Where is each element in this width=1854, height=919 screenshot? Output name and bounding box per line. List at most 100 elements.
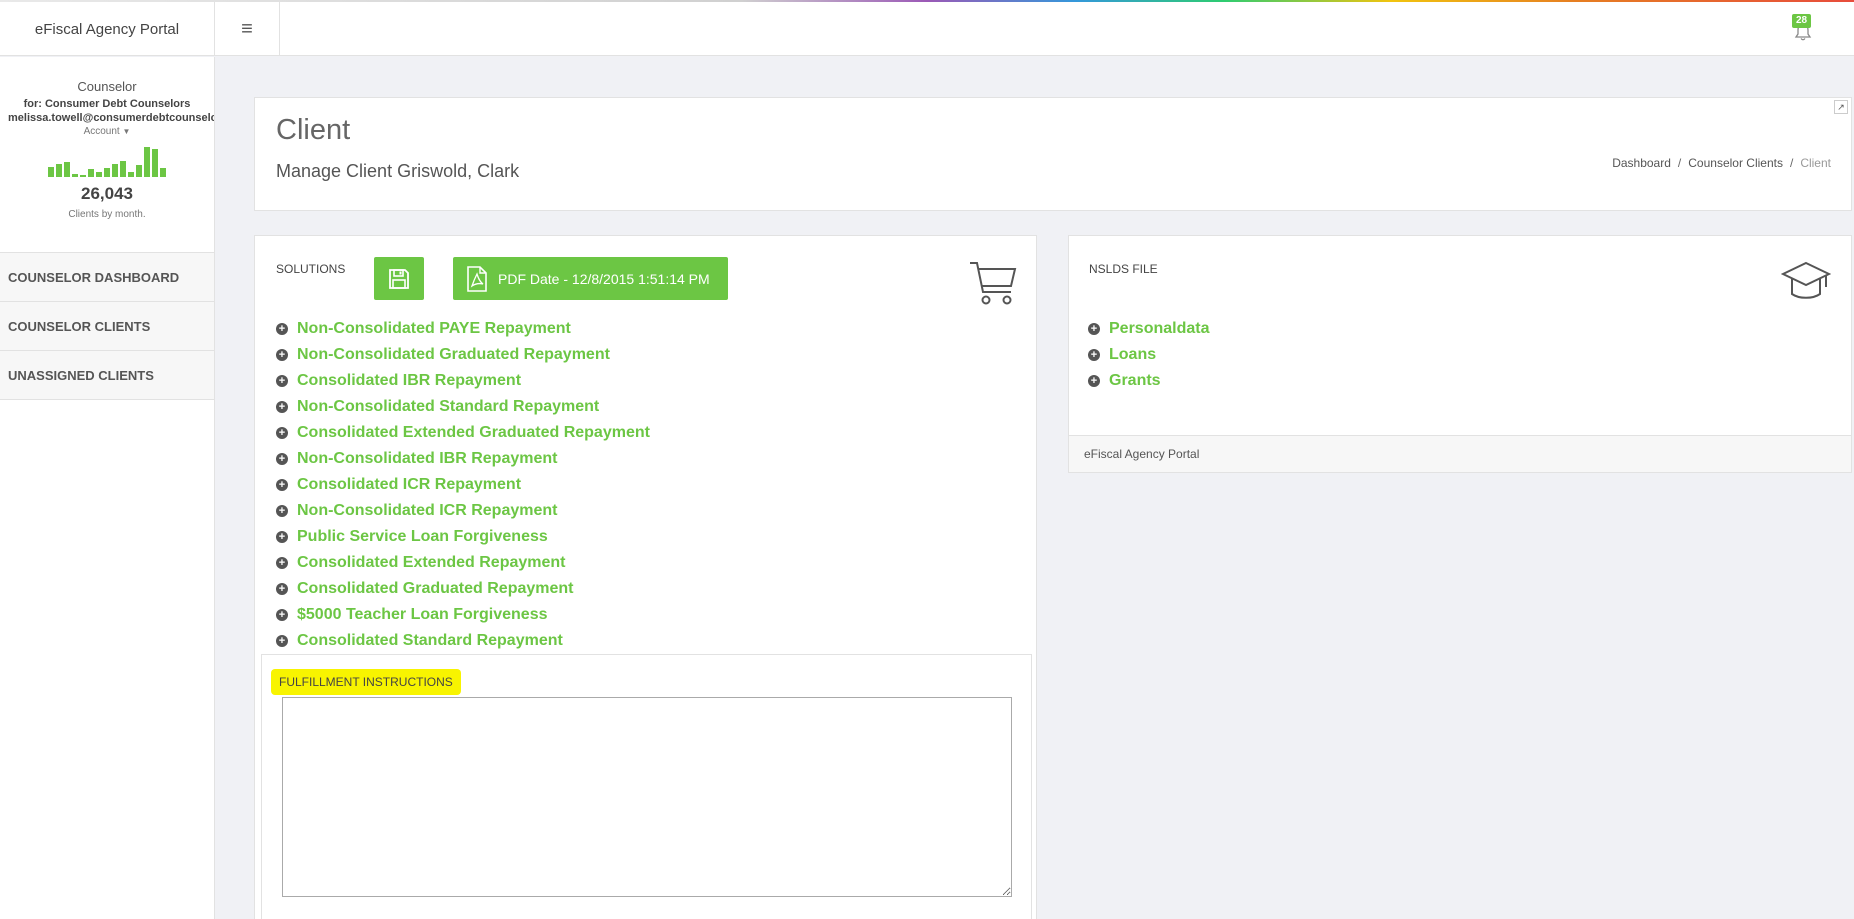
plus-circle-icon[interactable]: + [276,479,288,491]
page-subtitle: Manage Client Griswold, Clark [276,161,520,181]
list-item: + Non-Consolidated ICR Repayment [276,498,650,524]
shopping-cart-icon[interactable] [969,260,1017,306]
pdf-download-button[interactable]: PDF Date - 12/8/2015 1:51:14 PM [453,257,728,300]
sparkline-bar [88,169,94,177]
sparkline-bar [160,168,166,177]
solution-link[interactable]: Non-Consolidated IBR Repayment [297,450,557,468]
account-dropdown[interactable]: Account ▼ [0,126,214,137]
solution-link[interactable]: Consolidated Graduated Repayment [297,580,574,598]
list-item: + Consolidated IBR Repayment [276,368,650,394]
plus-circle-icon[interactable]: + [1088,349,1100,361]
breadcrumb-separator: / [1677,156,1682,170]
solution-link[interactable]: Consolidated ICR Repayment [297,476,521,494]
solution-link[interactable]: Non-Consolidated ICR Repayment [297,502,557,520]
plus-circle-icon[interactable]: + [276,349,288,361]
list-item: + Non-Consolidated Graduated Repayment [276,342,650,368]
list-item: + Personaldata [1088,316,1209,342]
expand-icon[interactable]: ↗ [1834,100,1848,114]
sparkline-bar [80,175,86,177]
solution-link[interactable]: Consolidated IBR Repayment [297,372,521,390]
account-label: Account [83,126,120,137]
plus-circle-icon[interactable]: + [276,505,288,517]
solutions-list: + Non-Consolidated PAYE Repayment + Non-Co… [276,316,650,654]
plus-circle-icon[interactable]: + [276,609,288,621]
solution-link[interactable]: $5000 Teacher Loan Forgiveness [297,606,547,624]
list-item: + Public Service Loan Forgiveness [276,524,650,550]
list-item: + Grants [1088,368,1209,394]
solutions-heading: SOLUTIONS [276,262,346,276]
clients-by-month-sparkline [0,145,214,177]
solution-link[interactable]: Public Service Loan Forgiveness [297,528,548,546]
plus-circle-icon[interactable]: + [276,323,288,335]
solution-link[interactable]: Non-Consolidated PAYE Repayment [297,320,571,338]
nslds-panel: NSLDS FILE + Personaldata + Loans + Grants … [1068,235,1852,473]
nslds-link-grants[interactable]: Grants [1109,372,1161,390]
user-role: Counselor [77,79,137,94]
nslds-link-personaldata[interactable]: Personaldata [1109,320,1209,338]
solution-link[interactable]: Non-Consolidated Standard Repayment [297,398,599,416]
sparkline-bar [56,164,62,177]
list-item: + Consolidated Extended Graduated Repayme… [276,420,650,446]
solution-link[interactable]: Consolidated Extended Graduated Repaymen… [297,424,650,442]
clients-caption: Clients by month. [68,209,146,220]
sparkline-bar [136,165,142,177]
sidebar-item-counselor-dashboard[interactable]: COUNSELOR DASHBOARD [0,253,214,302]
nslds-heading: NSLDS FILE [1089,262,1158,276]
pdf-file-icon [467,265,487,292]
nslds-link-loans[interactable]: Loans [1109,346,1156,364]
user-email: melissa.towell@consumerdebtcounselors.co… [8,112,214,124]
fulfillment-instructions-input[interactable] [282,697,1012,897]
sparkline-bar [104,168,110,177]
sidebar-item-unassigned-clients[interactable]: UNASSIGNED CLIENTS [0,351,214,400]
list-item: + Consolidated ICR Repayment [276,472,650,498]
nslds-list: + Personaldata + Loans + Grants [1088,316,1209,394]
breadcrumb-counselor-clients[interactable]: Counselor Clients [1688,156,1783,170]
plus-circle-icon[interactable]: + [276,557,288,569]
breadcrumb-dashboard[interactable]: Dashboard [1612,156,1671,170]
caret-down-icon: ▼ [122,127,131,136]
plus-circle-icon[interactable]: + [276,427,288,439]
plus-circle-icon[interactable]: + [1088,323,1100,335]
fulfillment-section: FULFILLMENT INSTRUCTIONS [261,654,1032,919]
plus-circle-icon[interactable]: + [276,531,288,543]
user-profile: Counselor for: Consumer Debt Counselors … [0,57,214,253]
plus-circle-icon[interactable]: + [276,583,288,595]
plus-circle-icon[interactable]: + [276,635,288,647]
plus-circle-icon[interactable]: + [276,453,288,465]
sidebar-nav: COUNSELOR DASHBOARD COUNSELOR CLIENTS UN… [0,253,214,400]
list-item: + Non-Consolidated IBR Repayment [276,446,650,472]
plus-circle-icon[interactable]: + [1088,375,1100,387]
sparkline-bar [128,172,134,177]
pdf-button-label: PDF Date - 12/8/2015 1:51:14 PM [498,270,710,287]
sparkline-bar [48,167,54,177]
list-item: + Non-Consolidated PAYE Repayment [276,316,650,342]
top-bar: eFiscal Agency Portal ≡ 28 [0,2,1854,56]
list-item: + Consolidated Graduated Repayment [276,576,650,602]
notification-badge: 28 [1792,14,1812,28]
list-item: + Consolidated Extended Repayment [276,550,650,576]
brand-title: eFiscal Agency Portal [0,2,215,56]
solutions-panel: SOLUTIONS PDF Date - 12/8/2015 1:51:14 P… [254,235,1037,919]
fulfillment-label: FULFILLMENT INSTRUCTIONS [271,669,461,695]
list-item: + Loans [1088,342,1209,368]
save-button[interactable] [374,257,424,300]
sidebar-item-counselor-clients[interactable]: COUNSELOR CLIENTS [0,302,214,351]
solution-link[interactable]: Consolidated Extended Repayment [297,554,566,572]
page-header-panel: Client Manage Client Griswold, Clark Das… [254,97,1852,211]
plus-circle-icon[interactable]: + [276,375,288,387]
sparkline-bar [120,161,126,177]
sparkline-bar [96,172,102,177]
sparkline-bar [144,147,150,177]
notifications-button[interactable]: 28 [1788,14,1818,44]
hamburger-icon[interactable]: ≡ [215,2,280,56]
list-item: + $5000 Teacher Loan Forgiveness [276,602,650,628]
plus-circle-icon[interactable]: + [276,401,288,413]
sparkline-bar [112,164,118,177]
solution-link[interactable]: Consolidated Standard Repayment [297,632,563,650]
breadcrumb-current: Client [1800,156,1831,170]
breadcrumb-separator: / [1789,156,1794,170]
sparkline-bar [72,174,78,177]
sparkline-bar [152,149,158,177]
solution-link[interactable]: Non-Consolidated Graduated Repayment [297,346,610,364]
floppy-disk-icon [389,268,409,289]
